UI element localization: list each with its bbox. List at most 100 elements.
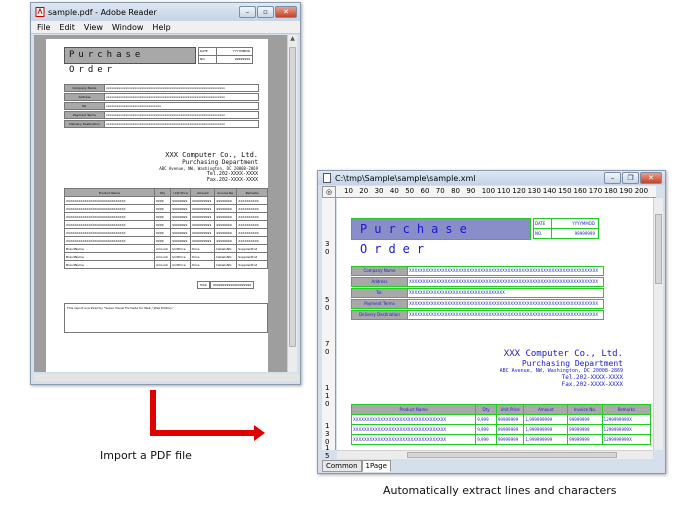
menu-file[interactable]: File: [37, 23, 50, 32]
table-cell: 99999999: [170, 204, 192, 213]
table-cell: 99999999: [214, 204, 238, 213]
table-cell: UnitPrice: [170, 244, 192, 253]
ruler-tick-label: 30: [374, 187, 384, 195]
table-cell: 99999999: [214, 220, 238, 229]
table-cell: 9999999999: [190, 212, 216, 221]
scroll-thumb[interactable]: [289, 47, 296, 347]
company-fax: Fax.202-XXXX-XXXX: [561, 381, 623, 388]
caption-import: Import a PDF file: [100, 449, 192, 462]
table-header: Amount: [190, 188, 216, 197]
ruler-tick-label: 70: [435, 187, 445, 195]
maximize-button[interactable]: ▫: [257, 6, 274, 18]
vertical-ruler: 3 05 07 01 1 01 3 01 5 0: [322, 198, 336, 468]
table-cell: 9999999999: [190, 196, 216, 205]
table-cell: 99999999: [170, 220, 192, 229]
order-table[interactable]: Product Name Qty Unit Price Amount Invoice N…: [350, 404, 652, 445]
total-value: 99999999999999999999: [210, 281, 255, 289]
table-cell: 1299999999X: [601, 414, 652, 425]
tab-common[interactable]: Common: [322, 460, 362, 472]
info-value: XXXXXXXXXXXXXXXXXXXXXXXXXXXXXXXXXXX: [409, 290, 505, 295]
minimize-button[interactable]: –: [239, 6, 256, 18]
reader-menubar: File Edit View Window Help: [31, 21, 300, 34]
scroll-up-icon[interactable]: ▲: [288, 35, 297, 44]
table-cell: 9999999999: [190, 236, 216, 245]
reader-statusbar: [34, 374, 299, 381]
info-row: Company Name xxxxxxxxxxxxxxxxxxxxxxxxxxxx…: [64, 84, 259, 92]
ruler-tick-label: 80: [451, 187, 461, 195]
table-cell: 9,999: [475, 424, 497, 435]
table-cell: XXXXXXXXXXXXXXXXXXXXXXXXXXXXXXXXXX: [350, 424, 477, 435]
table-row: XXXXXXXXXXXXXXXXXXXXXXXXXXXXXXXXXX 9,999 9…: [350, 434, 652, 445]
designer-horizontal-scrollbar[interactable]: [337, 450, 653, 459]
restore-button[interactable]: ❐: [622, 172, 639, 184]
table-header: Qty: [475, 404, 497, 415]
designer-vertical-scrollbar[interactable]: [653, 198, 663, 450]
table-header: Invoice No.: [214, 188, 238, 197]
info-label: Address: [65, 94, 105, 100]
table-cell: 99999999: [214, 236, 238, 245]
company-block[interactable]: XXX Computer Co., Ltd. Purchasing Depart…: [500, 349, 623, 388]
ruler-tick-label: 140: [542, 187, 557, 195]
caption-extract: Automatically extract lines and characte…: [383, 484, 617, 497]
table-cell: XXXXXXXXXX: [236, 212, 268, 221]
ruler-tick-label: 5 0: [325, 296, 330, 312]
scroll-thumb[interactable]: [407, 452, 617, 458]
ruler-tick-label: 1 1 0: [325, 384, 330, 408]
info-label: Payment Terms: [65, 112, 105, 118]
info-block[interactable]: Company Name XXXXXXXXXXXXXXXXXXXXXXXXXXXX…: [351, 266, 604, 321]
table-cell: DetailsNO: [214, 260, 238, 269]
reader-document-view[interactable]: Purchase Order DATE YYYYMMDD NO. 99999999 …: [34, 35, 289, 372]
table-cell: 1,999999999: [523, 414, 569, 425]
menu-view[interactable]: View: [84, 23, 103, 32]
table-cell: 99999999: [170, 212, 192, 221]
tab-1page[interactable]: 1Page: [361, 460, 391, 472]
arrow-shaft-horizontal: [150, 430, 256, 436]
table-cell: UnitPrice: [170, 252, 192, 261]
info-value: xxxxxxxxxxxxxxxxxxxxxxxxxxxxxxxxxxxxxxxx…: [106, 122, 225, 126]
date-value: YYYYMMDD: [232, 49, 250, 53]
close-button[interactable]: ✕: [275, 6, 297, 18]
info-row: Payment Terms XXXXXXXXXXXXXXXXXXXXXXXXXXX…: [351, 299, 604, 309]
po-title[interactable]: Purchase Order: [351, 218, 531, 256]
menu-window[interactable]: Window: [112, 23, 144, 32]
total-label: Total: [197, 281, 211, 289]
menu-help[interactable]: Help: [152, 23, 170, 32]
table-cell: 1299999999X: [601, 424, 652, 435]
ruler-corner-icon[interactable]: ◎: [322, 186, 336, 198]
no-label: NO.: [534, 229, 552, 238]
table-cell: SupplierProd: [236, 252, 268, 261]
table-cell: 1,999999999: [523, 434, 569, 445]
table-cell: 9999999999: [190, 220, 216, 229]
table-cell: XXXXXXXXXX: [236, 196, 268, 205]
info-value: XXXXXXXXXXXXXXXXXXXXXXXXXXXXXXXXXXXXXXXX…: [409, 312, 599, 317]
date-box[interactable]: DATE YYYYMMDD NO. 99999999: [533, 218, 599, 239]
company-dept: Purchasing Department: [521, 359, 623, 368]
ruler-tick-label: 170: [588, 187, 603, 195]
menu-edit[interactable]: Edit: [59, 23, 75, 32]
scroll-thumb[interactable]: [655, 214, 662, 284]
info-row: Address xxxxxxxxxxxxxxxxxxxxxxxxxxxxxxxxx…: [64, 93, 259, 101]
reader-vertical-scrollbar[interactable]: ▲: [287, 35, 297, 372]
minimize-button[interactable]: –: [604, 172, 621, 184]
info-label: Tel.: [352, 289, 408, 297]
table-cell: 99999999: [567, 434, 603, 445]
info-label: Delivery Destination: [65, 121, 105, 127]
table-cell: XXXXXXXXXX: [236, 220, 268, 229]
table-cell: 9999: [153, 228, 172, 237]
po-title: Purchase Order: [64, 47, 196, 75]
company-dept: Purchasing Department: [182, 159, 258, 166]
close-button[interactable]: ✕: [640, 172, 662, 184]
date-value: YYYYMMDD: [572, 221, 595, 226]
designer-window: C:\tmp\Sample\sample\sample.xml – ❐ ✕ ◎ …: [317, 170, 666, 474]
table-cell: 99999999: [495, 434, 525, 445]
ruler-tick-label: 60: [420, 187, 430, 195]
design-canvas[interactable]: Purchase Order DATE YYYYMMDD NO. 99999999 …: [337, 198, 653, 450]
table-cell: UnitPrice: [170, 260, 192, 269]
table-cell: XXXXXXXXXXXXXXXXXXXXXXXXXXXXX: [64, 212, 155, 221]
total-row: Total 99999999999999999999: [197, 281, 255, 289]
date-label: DATE: [534, 219, 552, 228]
table-cell: 9999: [153, 212, 172, 221]
info-value: xxxxxxxxxxxxxxxxxxxxxxxxxxxxxxx: [106, 104, 162, 108]
table-cell: BrandName: [64, 252, 155, 261]
ruler-tick-label: 50: [405, 187, 415, 195]
